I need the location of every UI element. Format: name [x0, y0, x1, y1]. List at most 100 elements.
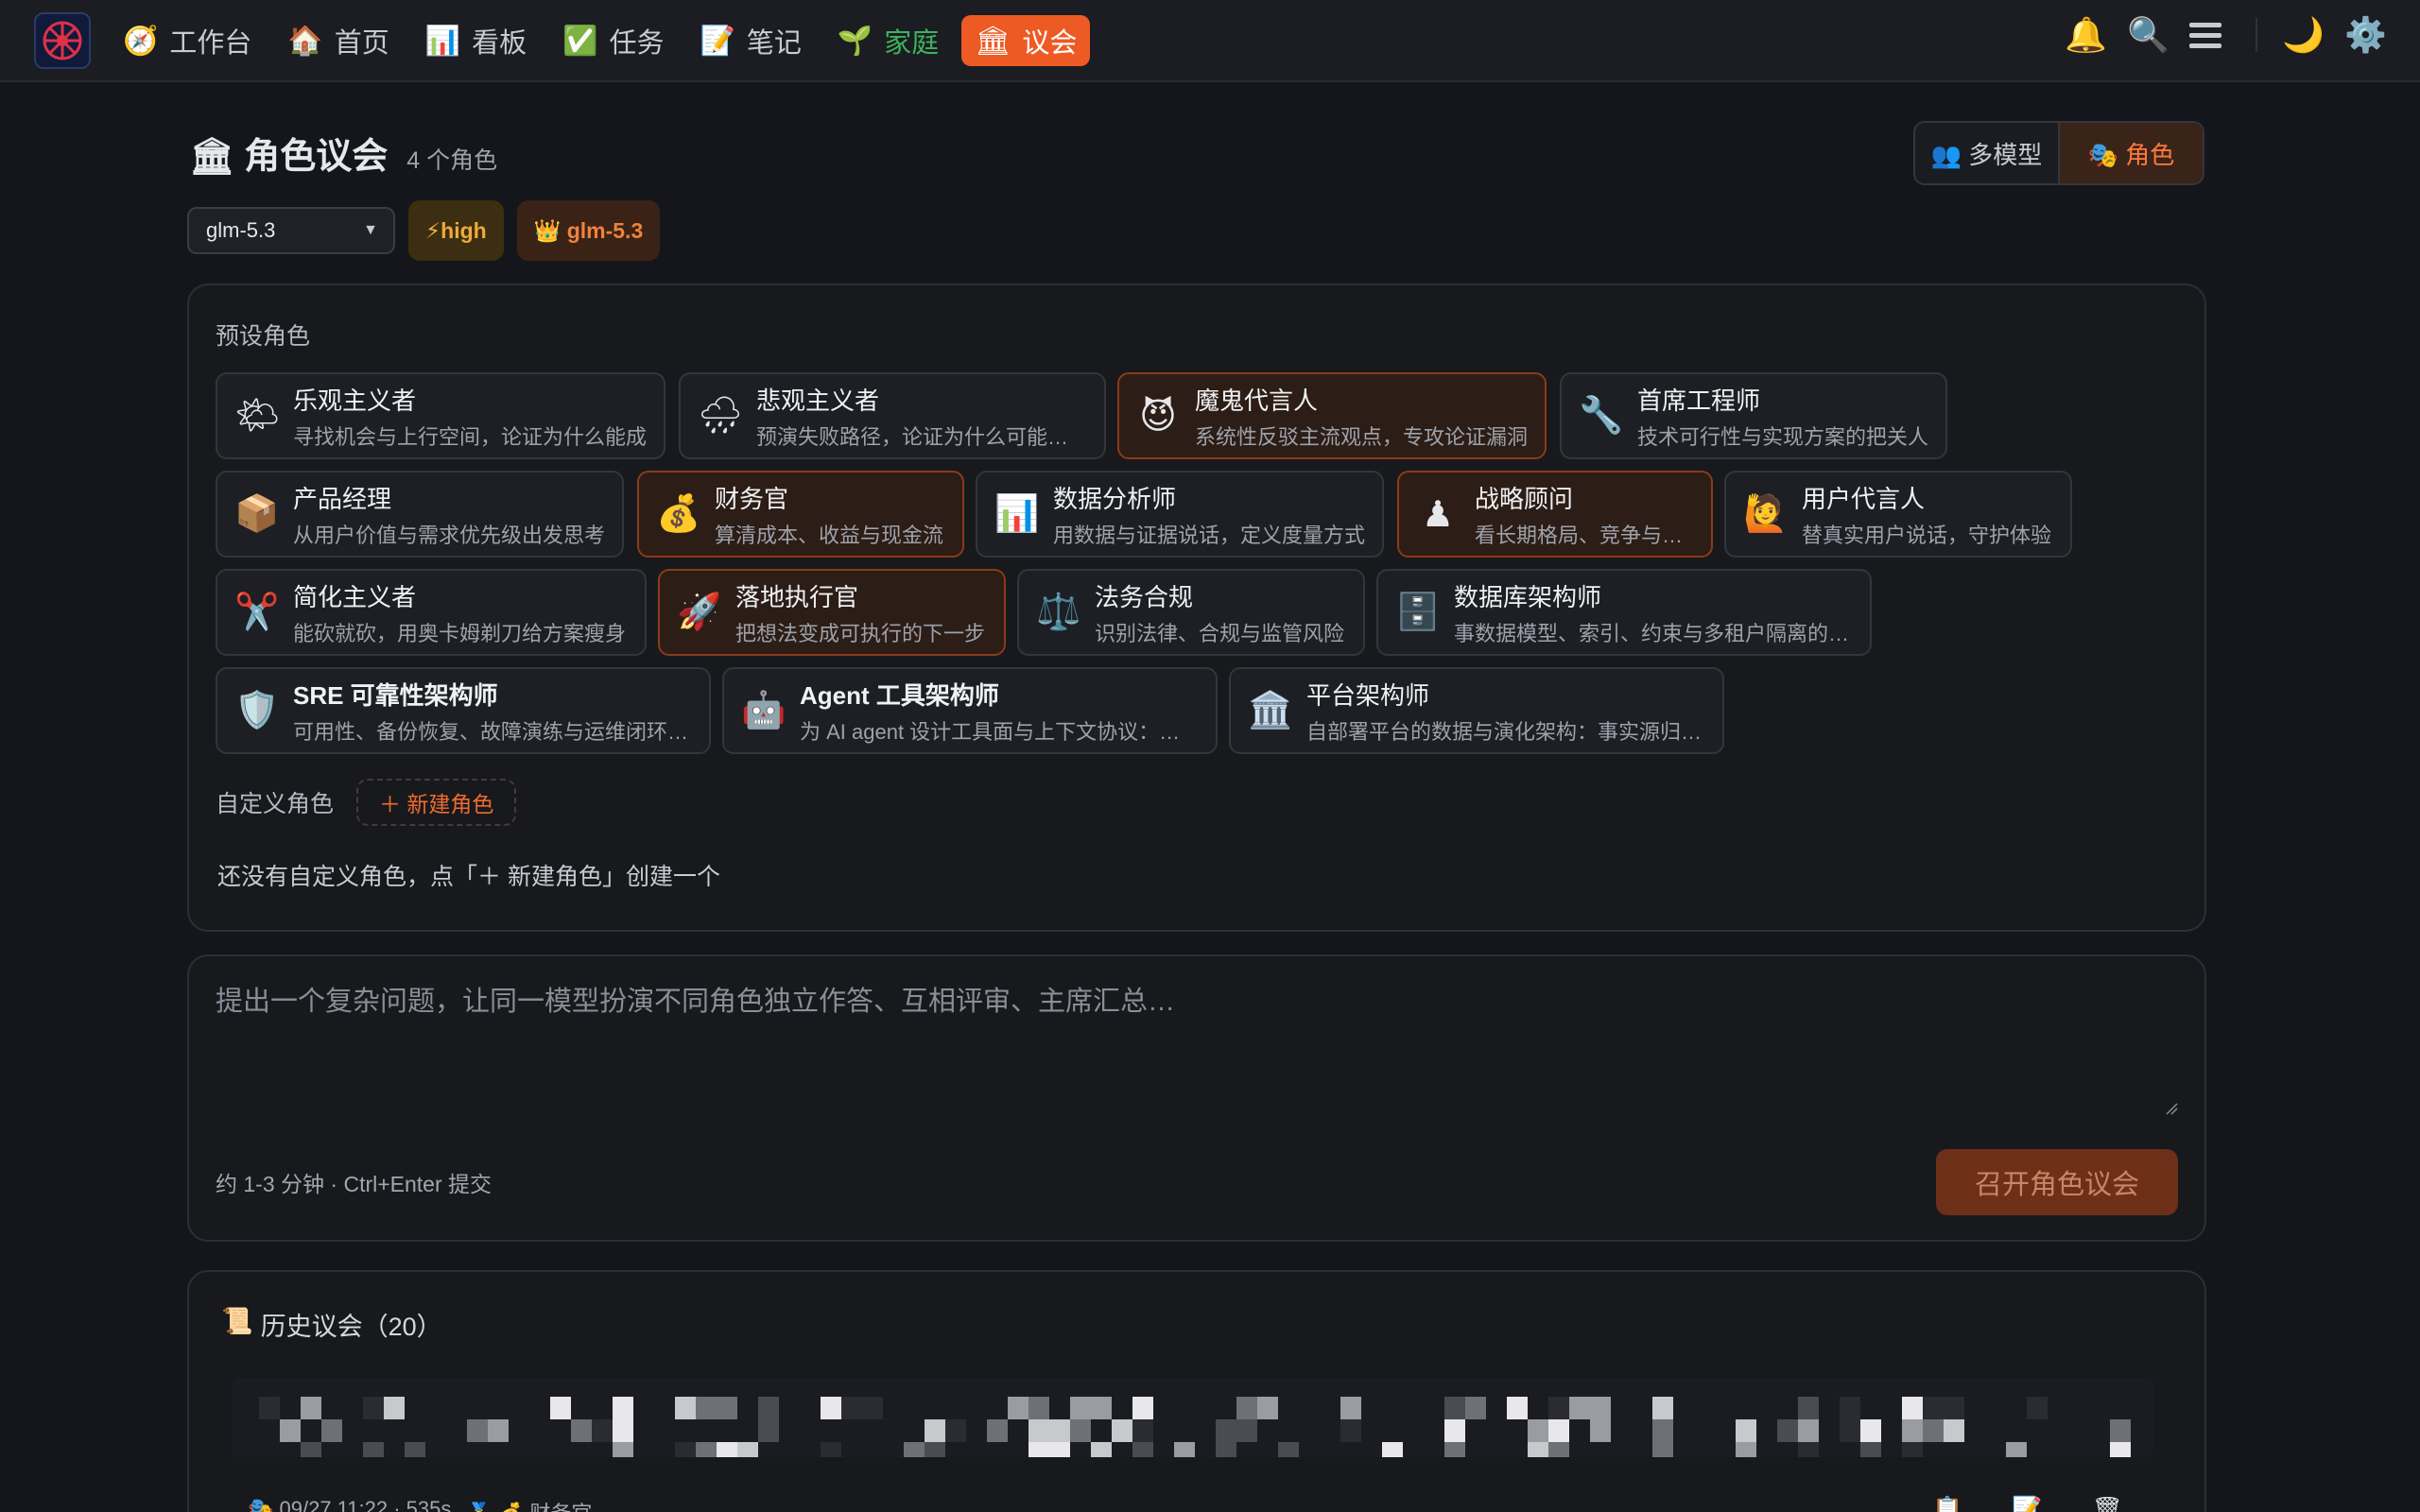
- model-select-value: glm-5.3: [206, 218, 276, 242]
- clipboard-icon[interactable]: 📋: [1932, 1495, 1962, 1512]
- compass-icon: 🧭: [123, 25, 159, 57]
- top-nav-bar: 🧭 工作台 🏠 首页 📊 看板 ✅ 任务 📝 笔记 🌱 家庭 🏛 议会 🔔 🔍 …: [0, 0, 2420, 82]
- classical-building-icon: 🏛️: [1248, 691, 1293, 730]
- role-card-strategy-advisor[interactable]: ♟ 战略顾问 看长期格局、竞争与博弈: [1397, 471, 1713, 558]
- role-name: Agent 工具架构师: [800, 680, 999, 710]
- home-icon: 🏠: [287, 25, 323, 57]
- role-name: 首席工程师: [1637, 386, 1761, 415]
- seedling-icon: 🌱: [837, 25, 873, 57]
- nav-item-tasks[interactable]: ✅ 任务: [549, 15, 677, 66]
- role-name: 乐观主义者: [293, 386, 417, 415]
- role-desc: 自部署平台的数据与演化架构：事实源归…: [1306, 719, 1703, 744]
- history-title: 📜 历史议会（20）: [221, 1306, 442, 1343]
- role-card-database-architect[interactable]: 🗄️ 数据库架构师事数据模型、索引、约束与多租户隔离的…: [1376, 569, 1872, 656]
- nav-item-label: 家庭: [884, 28, 940, 59]
- check-icon: ✅: [562, 25, 598, 57]
- question-input[interactable]: [216, 979, 2180, 1121]
- role-card-executor[interactable]: 🚀 落地执行官把想法变成可执行的下一步: [658, 569, 1006, 656]
- nav-item-council[interactable]: 🏛 议会: [961, 15, 1091, 66]
- robot-icon: 🤖: [741, 691, 786, 730]
- memo-icon[interactable]: 📝: [2012, 1495, 2042, 1512]
- role-name: 落地执行官: [735, 582, 859, 611]
- preset-roles-label: 预设角色: [216, 323, 311, 350]
- role-name: 数据库架构师: [1454, 582, 1602, 611]
- classical-building-icon: 🏛: [975, 25, 1011, 57]
- role-card-legal-compliance[interactable]: ⚖️ 法务合规 识别法律、合规与监管风险: [1017, 569, 1365, 656]
- effort-badge[interactable]: ⚡high: [408, 200, 504, 261]
- shield-icon: 🛡️: [234, 691, 280, 730]
- role-card-optimist[interactable]: 🌤 乐观主义者 寻找机会与上行空间，论证为什么能成: [216, 372, 666, 459]
- raising-hand-icon: 🙋: [1743, 494, 1789, 534]
- menu-icon[interactable]: [2189, 22, 2231, 48]
- role-card-user-advocate[interactable]: 🙋 用户代言人 替真实用户说话，守护体验: [1724, 471, 2072, 558]
- role-desc: 用数据与证据说话，定义度量方式: [1053, 523, 1365, 547]
- chart-icon: 📊: [424, 25, 461, 57]
- role-card-devils-advocate[interactable]: 😈 魔鬼代言人 系统性反驳主流观点，专攻论证漏洞: [1117, 372, 1547, 459]
- history-item-meta: 🎭 09/27 11:22 · 535s 🥇 💰 财务官: [248, 1497, 592, 1512]
- role-desc: 从用户价值与需求优先级出发思考: [293, 523, 605, 547]
- role-name: 产品经理: [293, 484, 392, 513]
- app-logo-icon[interactable]: [34, 12, 91, 69]
- nav-item-family[interactable]: 🌱 家庭: [824, 15, 952, 66]
- custom-roles-label: 自定义角色: [216, 791, 335, 817]
- bell-icon[interactable]: 🔔: [2065, 15, 2107, 55]
- role-card-agent-tool-architect[interactable]: 🤖 Agent 工具架构师为 AI agent 设计工具面与上下文协议：…: [722, 667, 1218, 754]
- role-card-chief-engineer[interactable]: 🔧 首席工程师 技术可行性与实现方案的把关人: [1560, 372, 1947, 459]
- page-title: 🏛 角色议会 4 个角色: [189, 127, 497, 179]
- new-role-button[interactable]: ＋ 新建角色: [356, 779, 517, 826]
- role-card-product-manager[interactable]: 📦 产品经理从用户价值与需求优先级出发思考: [216, 471, 624, 558]
- search-icon[interactable]: 🔍: [2127, 15, 2169, 55]
- trash-icon[interactable]: 🗑: [2092, 1495, 2123, 1512]
- resize-handle-icon[interactable]: [2165, 1102, 2178, 1115]
- scales-icon: ⚖️: [1036, 593, 1081, 632]
- history-title-text: 历史议会（20）: [260, 1313, 442, 1341]
- gear-icon[interactable]: ⚙️: [2344, 15, 2387, 55]
- nav-item-dashboard[interactable]: 📊 看板: [412, 15, 540, 66]
- memo-icon: 📝: [700, 25, 735, 57]
- role-name: 简化主义者: [293, 582, 417, 611]
- role-desc: 系统性反驳主流观点，专攻论证漏洞: [1195, 424, 1528, 449]
- role-card-data-analyst[interactable]: 📊 数据分析师 用数据与证据说话，定义度量方式: [976, 471, 1384, 558]
- convene-council-button[interactable]: 召开角色议会: [1936, 1149, 2178, 1215]
- role-name: 魔鬼代言人: [1195, 386, 1319, 415]
- money-bag-icon: 💰: [656, 494, 701, 534]
- mode-role-button[interactable]: 🎭 角色: [2058, 123, 2203, 183]
- model-select[interactable]: glm-5.3 ▼: [187, 207, 395, 254]
- mode-toggle: 👥 多模型 🎭 角色: [1913, 121, 2204, 185]
- scissors-icon: ✂️: [234, 593, 280, 632]
- history-item-preview[interactable]: [233, 1378, 2153, 1457]
- role-desc: 事数据模型、索引、约束与多租户隔离的…: [1454, 621, 1850, 645]
- role-card-sre-architect[interactable]: 🛡️ SRE 可靠性架构师 可用性、备份恢复、故障演练与运维闭环…: [216, 667, 711, 754]
- role-desc: 识别法律、合规与监管风险: [1095, 621, 1345, 645]
- nav-item-label: 首页: [334, 28, 389, 59]
- role-count: 4 个角色: [406, 147, 498, 174]
- role-card-platform-architect[interactable]: 🏛️ 平台架构师 自部署平台的数据与演化架构：事实源归…: [1229, 667, 1724, 754]
- role-card-pessimist[interactable]: 🌧 悲观主义者 预演失败路径，论证为什么可能失败: [679, 372, 1106, 459]
- moon-icon[interactable]: 🌙: [2282, 15, 2325, 55]
- history-item-actions: 📋 📝 🗑: [1932, 1495, 2123, 1512]
- nav-item-workbench[interactable]: 🧭 工作台: [110, 15, 265, 66]
- role-desc: 把想法变成可执行的下一步: [735, 621, 986, 645]
- role-card-cfo[interactable]: 💰 财务官 算清成本、收益与现金流: [637, 471, 964, 558]
- role-name: 用户代言人: [1802, 484, 1926, 513]
- nav-item-notes[interactable]: 📝 笔记: [687, 15, 815, 66]
- council-controls: glm-5.3 ▼ ⚡high 👑 glm-5.3: [187, 200, 661, 261]
- sun-cloud-icon: 🌤: [234, 396, 281, 436]
- main-nav: 🧭 工作台 🏠 首页 📊 看板 ✅ 任务 📝 笔记 🌱 家庭 🏛 议会: [110, 15, 1091, 66]
- package-icon: 📦: [234, 494, 280, 534]
- nav-item-label: 工作台: [169, 28, 252, 59]
- file-cabinet-icon: 🗄️: [1395, 593, 1441, 632]
- custom-roles-empty-hint: 还没有自定义角色，点「＋ 新建角色」创建一个: [217, 864, 720, 890]
- rain-cloud-icon: 🌧: [698, 396, 744, 436]
- divider: [2256, 18, 2257, 52]
- nav-item-home[interactable]: 🏠 首页: [274, 15, 402, 66]
- chart-icon: 📊: [994, 494, 1040, 534]
- role-card-simplifier[interactable]: ✂️ 简化主义者 能砍就砍，用奥卡姆剃刀给方案瘦身: [216, 569, 647, 656]
- scroll-icon: 📜: [221, 1307, 253, 1335]
- mode-multi-model-button[interactable]: 👥 多模型: [1915, 123, 2058, 183]
- role-name: SRE 可靠性架构师: [293, 680, 498, 710]
- role-desc: 算清成本、收益与现金流: [715, 523, 944, 547]
- role-desc: 预演失败路径，论证为什么可能失败: [756, 424, 1087, 449]
- chair-model-badge[interactable]: 👑 glm-5.3: [516, 200, 661, 261]
- rocket-icon: 🚀: [677, 593, 722, 632]
